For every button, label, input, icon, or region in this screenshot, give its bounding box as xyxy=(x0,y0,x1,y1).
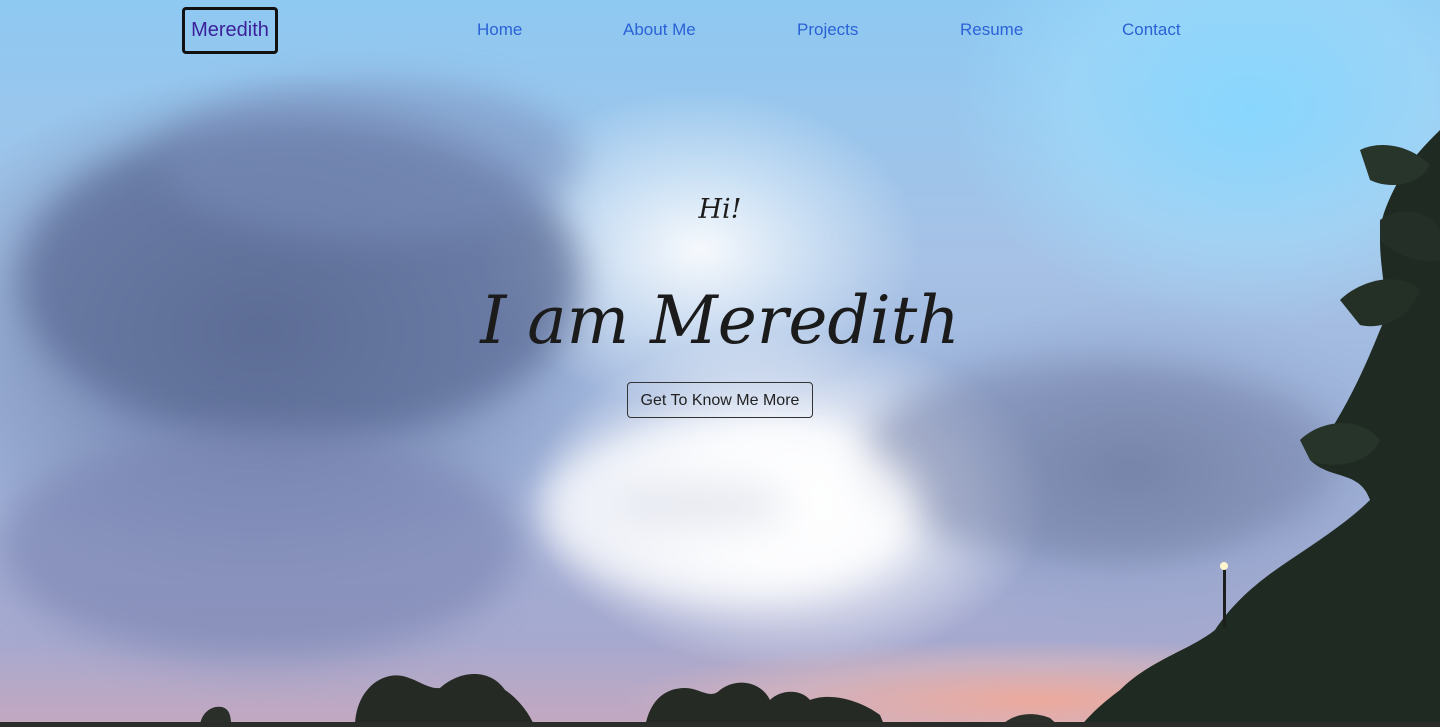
nav-link-contact[interactable]: Contact xyxy=(1122,20,1181,40)
nav-link-about-me[interactable]: About Me xyxy=(623,20,696,40)
hero-background xyxy=(0,0,1440,727)
brand-logo-link[interactable]: Meredith xyxy=(182,7,278,54)
hero-greeting: Hi! xyxy=(698,194,742,225)
top-navigation: Meredith Home About Me Projects Resume C… xyxy=(0,0,1440,60)
nav-link-projects[interactable]: Projects xyxy=(797,20,858,40)
tree-silhouettes xyxy=(0,130,1440,727)
hero-headline: I am Meredith xyxy=(480,282,960,359)
get-to-know-me-button[interactable]: Get To Know Me More xyxy=(627,382,813,418)
nav-link-resume[interactable]: Resume xyxy=(960,20,1023,40)
nav-link-home[interactable]: Home xyxy=(477,20,522,40)
